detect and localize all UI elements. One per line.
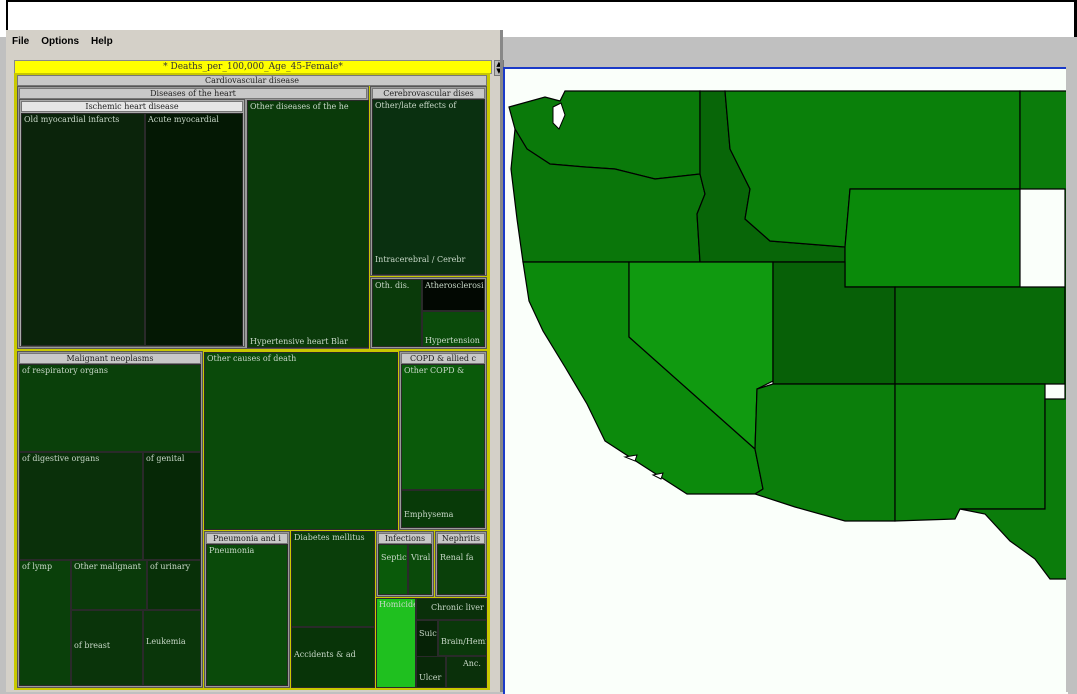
leaf-label: Anc. — [463, 659, 481, 668]
leaf-anc[interactable]: Anc. — [446, 656, 487, 688]
group-ischemic[interactable]: Ischemic heart disease Old myocardial in… — [19, 99, 245, 347]
leaf-pneumonia[interactable]: Pneumonia — [206, 544, 288, 686]
leaf-label: of genital — [146, 454, 185, 463]
leaf-ulcer[interactable]: Ulcer — [416, 656, 446, 688]
menu-help[interactable]: Help — [91, 36, 113, 52]
menu-file[interactable]: File — [12, 36, 29, 52]
dataset-title-bar[interactable]: * Deaths_per_100,000_Age_45-Female* — [14, 60, 492, 74]
node-header-malignant[interactable]: Malignant neoplasms — [19, 353, 201, 364]
leaf-hypertension[interactable]: Hypertension — [422, 311, 485, 347]
leaf-label: Chronic liver — [431, 603, 484, 612]
leaf-diabetes[interactable]: Diabetes mellitus — [291, 531, 375, 627]
leaf-label: Other malignant — [74, 562, 141, 571]
leaf-leukemia[interactable]: Leukemia — [143, 610, 201, 686]
leaf-septic[interactable]: Septic — [378, 544, 408, 595]
state-colorado[interactable] — [894, 286, 1066, 385]
leaf-other-causes[interactable]: Other causes of death — [204, 352, 398, 530]
right-gutter — [1066, 37, 1077, 692]
leaf-chronic-liver[interactable]: Chronic liver — [416, 598, 487, 620]
choropleth-map[interactable] — [503, 67, 1068, 694]
node-header-nephritis[interactable]: Nephritis — [437, 533, 485, 544]
treemap[interactable]: Cardiovascular disease Diseases of the h… — [14, 73, 490, 690]
leaf-label: Brain/Hemis — [441, 637, 487, 646]
leaf-label: Leukemia — [146, 637, 186, 646]
leaf-label: Other diseases of the he — [250, 102, 349, 111]
leaf-label: Other causes of death — [207, 354, 297, 363]
leaf-genital[interactable]: of genital — [143, 452, 201, 560]
leaf-label: Renal fa — [440, 553, 474, 562]
leaf-label: Hypertensive heart Blar — [250, 337, 349, 346]
leaf-other-heart[interactable]: Other diseases of the he Hypertensive he… — [247, 100, 369, 348]
leaf-old-myocardial[interactable]: Old myocardial infarcts — [21, 113, 145, 346]
group-cerebrovascular[interactable]: Cerebrovascular dises Other/late effects… — [370, 86, 487, 276]
leaf-brain[interactable]: Brain/Hemis — [438, 620, 487, 656]
leaf-other-late-effects[interactable]: Other/late effects of Intracerebral / Ce… — [372, 99, 485, 275]
leaf-breast[interactable]: of breast — [71, 610, 143, 686]
leaf-accidents[interactable]: Accidents & ad — [291, 627, 375, 688]
leaf-label: Atherosclerosis — [425, 281, 485, 290]
group-malignant[interactable]: Malignant neoplasms of respiratory organ… — [17, 351, 203, 688]
menu-bar: File Options Help — [12, 36, 113, 52]
node-header-cerebrovascular[interactable]: Cerebrovascular dises — [372, 88, 485, 99]
leaf-label: Old myocardial infarcts — [24, 115, 120, 124]
leaf-other-copd[interactable]: Other COPD & — [401, 364, 485, 490]
leaf-renal[interactable]: Renal fa — [437, 544, 485, 595]
leaf-label: Viral — [411, 553, 431, 562]
menu-options[interactable]: Options — [41, 36, 79, 52]
leaf-acute-myocardial[interactable]: Acute myocardial — [145, 113, 243, 346]
group-diseases-of-heart[interactable]: Diseases of the heart Ischemic heart dis… — [17, 86, 369, 349]
leaf-lymph[interactable]: of lymp — [19, 560, 71, 686]
leaf-atherosclerosis[interactable]: Atherosclerosis — [422, 279, 485, 311]
leaf-label: Emphysema — [404, 510, 454, 519]
leaf-label: Other/late effects of — [375, 101, 457, 110]
leaf-label: of digestive organs — [22, 454, 100, 463]
leaf-respiratory[interactable]: of respiratory organs — [19, 364, 201, 452]
leaf-other-malignant[interactable]: Other malignant — [71, 560, 147, 610]
leaf-label: Homicide — [379, 600, 416, 609]
leaf-oth-dis[interactable]: Oth. dis. — [372, 279, 422, 347]
treemap-window: File Options Help * Deaths_per_100,000_A… — [6, 30, 504, 692]
leaf-label: Hypertension — [425, 336, 480, 345]
group-copd[interactable]: COPD & allied c Other COPD & Emphysema — [399, 351, 487, 530]
leaf-label: Intracerebral / Cerebr — [375, 255, 466, 264]
leaf-label: Oth. dis. — [375, 281, 410, 290]
leaf-homicide[interactable]: Homicide — [376, 598, 416, 688]
leaf-label: Septic — [381, 553, 407, 562]
node-header-pneumonia[interactable]: Pneumonia and i — [206, 533, 288, 544]
group-pneumonia[interactable]: Pneumonia and i Pneumonia — [204, 531, 290, 688]
leaf-label: Suicide — [419, 629, 437, 638]
group-infections[interactable]: Infections Septic Viral — [376, 531, 434, 597]
leaf-label: Pneumonia — [209, 546, 255, 555]
leaf-label: Accidents & ad — [294, 650, 356, 659]
group-other-cardio[interactable]: Oth. dis. Atherosclerosis Hypertension — [370, 277, 487, 349]
leaf-label: Diabetes mellitus — [294, 533, 365, 542]
node-header-ischemic[interactable]: Ischemic heart disease — [21, 101, 243, 112]
leaf-digestive[interactable]: of digestive organs — [19, 452, 143, 560]
leaf-viral[interactable]: Viral — [408, 544, 432, 595]
group-nephritis[interactable]: Nephritis Renal fa — [435, 531, 487, 597]
state-wyoming[interactable] — [844, 188, 1021, 288]
leaf-label: of lymp — [22, 562, 53, 571]
leaf-label: of breast — [74, 641, 111, 650]
leaf-label: Acute myocardial — [148, 115, 219, 124]
node-header-copd[interactable]: COPD & allied c — [401, 353, 485, 364]
leaf-urinary[interactable]: of urinary — [147, 560, 201, 610]
map-svg — [508, 90, 1068, 580]
node-header-infections[interactable]: Infections — [378, 533, 432, 544]
node-header-diseases-of-heart[interactable]: Diseases of the heart — [19, 88, 367, 99]
leaf-label: of respiratory organs — [22, 366, 108, 375]
leaf-label: of urinary — [150, 562, 191, 571]
leaf-emphysema[interactable]: Emphysema — [401, 490, 485, 528]
leaf-label: Other COPD & — [404, 366, 465, 375]
state-new-mexico[interactable] — [894, 383, 1046, 522]
frame-edge — [6, 0, 1077, 2]
leaf-label: Ulcer — [419, 673, 442, 682]
node-header-cardiovascular[interactable]: Cardiovascular disease — [17, 75, 487, 86]
state-arizona[interactable] — [753, 383, 896, 522]
